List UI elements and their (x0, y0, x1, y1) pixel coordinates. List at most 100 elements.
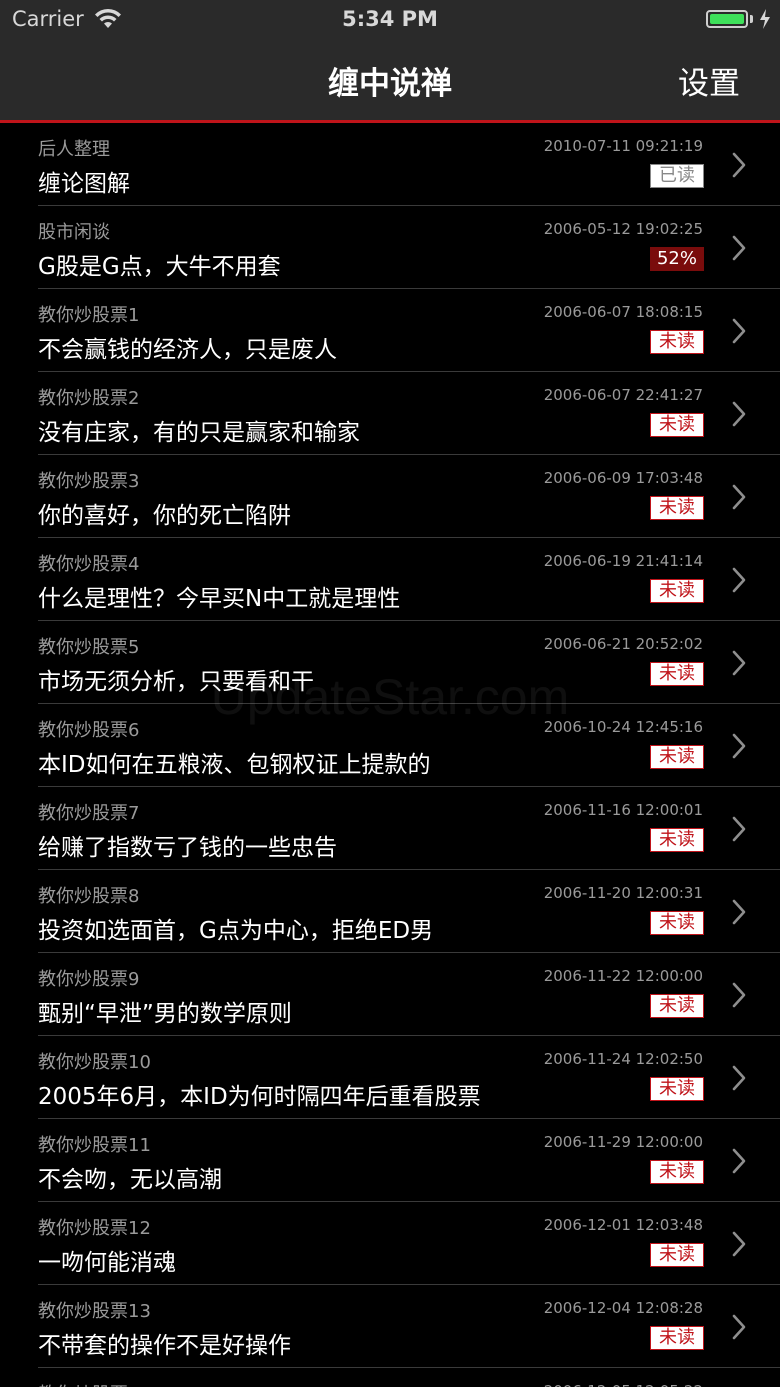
item-title: 没有庄家，有的只是赢家和输家 (38, 420, 360, 446)
status-badge: 未读 (650, 579, 704, 603)
status-badge: 未读 (650, 1077, 704, 1101)
item-date: 2006-06-09 17:03:48 (543, 469, 703, 487)
status-time: 5:34 PM (342, 7, 438, 31)
item-category: 股市闲谈 (38, 222, 110, 243)
item-title: 市场无须分析，只要看和干 (38, 669, 314, 695)
chevron-right-icon (732, 401, 746, 427)
item-category: 教你炒股票5 (38, 637, 140, 658)
chevron-right-icon (732, 982, 746, 1008)
page-title: 缠中说禅 (328, 66, 452, 102)
item-date: 2006-11-22 12:00:00 (543, 967, 703, 985)
item-date: 2006-12-05 12:05:22 (544, 1382, 703, 1387)
list-item[interactable]: 教你炒股票3 2006-06-09 17:03:48 你的喜好，你的死亡陷阱 未读 (38, 455, 780, 538)
item-title: 不会赢钱的经济人，只是废人 (38, 337, 337, 363)
item-date: 2006-06-07 18:08:15 (543, 303, 703, 321)
item-title: 不会吻，无以高潮 (38, 1167, 222, 1193)
chevron-right-icon (732, 1231, 746, 1257)
item-title: 一吻何能消魂 (38, 1250, 176, 1276)
item-date: 2006-12-04 12:08:28 (543, 1299, 703, 1317)
chevron-right-icon (732, 899, 746, 925)
list-item[interactable]: 教你炒股票13 2006-12-04 12:08:28 不带套的操作不是好操作 未读 (38, 1285, 780, 1368)
list-item[interactable]: 教你炒股票6 2006-10-24 12:45:16 本ID如何在五粮液、包钢权证上… (38, 704, 780, 787)
status-badge: 已读 (650, 164, 704, 188)
item-date: 2010-07-11 09:21:19 (543, 137, 703, 155)
item-title: 甄别“早泄”男的数学原则 (38, 1001, 292, 1027)
item-category: 后人整理 (38, 139, 110, 160)
status-badge: 未读 (650, 330, 704, 354)
item-date: 2006-11-29 12:00:00 (543, 1133, 703, 1151)
list-item[interactable]: 教你炒股票11 2006-11-29 12:00:00 不会吻，无以高潮 未读 (38, 1119, 780, 1202)
item-title: 2005年6月，本ID为何时隔四年后重看股票 (38, 1084, 481, 1110)
item-category: 教你炒股票6 (38, 720, 140, 741)
item-category: 教你炒股票1 (38, 305, 140, 326)
list-item[interactable]: 教你炒股票1 2006-06-07 18:08:15 不会赢钱的经济人，只是废人 未读 (38, 289, 780, 372)
item-date: 2006-12-01 12:03:48 (543, 1216, 703, 1234)
status-badge: 未读 (650, 496, 704, 520)
status-bar: Carrier 5:34 PM (0, 0, 780, 40)
item-title: 什么是理性？今早买N中工就是理性 (38, 586, 401, 612)
battery-nub (750, 15, 753, 23)
item-category: 教你炒股票4 (38, 554, 140, 575)
item-title: 缠论图解 (38, 171, 130, 197)
status-badge: 未读 (650, 1326, 704, 1350)
list-item[interactable]: 教你炒股票7 2006-11-16 12:00:01 给赚了指数亏了钱的一些忠告 未读 (38, 787, 780, 870)
item-category: 教你炒股票7 (38, 803, 140, 824)
item-category: 教你炒股票11 (38, 1135, 151, 1156)
item-category: 教你炒股票10 (38, 1052, 151, 1073)
battery-icon (706, 10, 748, 28)
item-date: 2006-05-12 19:02:25 (543, 220, 703, 238)
chevron-right-icon (732, 816, 746, 842)
status-badge: 未读 (650, 745, 704, 769)
list-item[interactable]: 教你炒股票8 2006-11-20 12:00:31 投资如选面首，G点为中心，拒绝… (38, 870, 780, 953)
status-badge: 未读 (650, 1160, 704, 1184)
chevron-right-icon (732, 650, 746, 676)
article-list[interactable]: 后人整理 2010-07-11 09:21:19 缠论图解 已读股市闲谈 2006-05… (0, 123, 780, 1387)
chevron-right-icon (732, 733, 746, 759)
settings-button[interactable]: 设置 (678, 58, 740, 103)
item-date: 2006-10-24 12:45:16 (543, 718, 703, 736)
item-category: 教你炒股票8 (38, 886, 140, 907)
list-item[interactable]: 股市闲谈 2006-05-12 19:02:25 G股是G点，大牛不用套 52% (38, 206, 780, 289)
list-item[interactable]: 后人整理 2010-07-11 09:21:19 缠论图解 已读 (38, 123, 780, 206)
chevron-right-icon (732, 1065, 746, 1091)
list-item[interactable]: 教你炒股票14 2006-12-05 12:05:22 (38, 1368, 780, 1387)
item-title: 你的喜好，你的死亡陷阱 (38, 503, 291, 529)
list-item[interactable]: 教你炒股票4 2006-06-19 21:41:14 什么是理性？今早买N中工就是理… (38, 538, 780, 621)
chevron-right-icon (732, 1148, 746, 1174)
item-date: 2006-11-24 12:02:50 (543, 1050, 703, 1068)
status-badge: 52% (650, 247, 704, 271)
status-badge: 未读 (650, 828, 704, 852)
item-category: 教你炒股票12 (38, 1218, 151, 1239)
chevron-right-icon (732, 567, 746, 593)
list-item[interactable]: 教你炒股票10 2006-11-24 12:02:50 2005年6月，本ID为何时… (38, 1036, 780, 1119)
list-item[interactable]: 教你炒股票9 2006-11-22 12:00:00 甄别“早泄”男的数学原则 未读 (38, 953, 780, 1036)
status-badge: 未读 (650, 662, 704, 686)
item-category: 教你炒股票2 (38, 388, 140, 409)
chevron-right-icon (732, 484, 746, 510)
item-title: G股是G点，大牛不用套 (38, 254, 281, 280)
status-badge: 未读 (650, 1243, 704, 1267)
item-date: 2006-11-20 12:00:31 (543, 884, 703, 902)
list-item[interactable]: 教你炒股票5 2006-06-21 20:52:02 市场无须分析，只要看和干 未读 (38, 621, 780, 704)
item-category: 教你炒股票9 (38, 969, 140, 990)
item-category: 教你炒股票13 (38, 1301, 151, 1322)
chevron-right-icon (732, 1314, 746, 1340)
item-title: 本ID如何在五粮液、包钢权证上提款的 (38, 752, 431, 778)
list-item[interactable]: 教你炒股票2 2006-06-07 22:41:27 没有庄家，有的只是赢家和输家 未… (38, 372, 780, 455)
list-item[interactable]: 教你炒股票12 2006-12-01 12:03:48 一吻何能消魂 未读 (38, 1202, 780, 1285)
chevron-right-icon (732, 318, 746, 344)
navigation-bar: 缠中说禅 设置 (0, 40, 780, 123)
item-title: 不带套的操作不是好操作 (38, 1333, 291, 1359)
item-date: 2006-11-16 12:00:01 (543, 801, 703, 819)
charging-bolt-icon (760, 9, 770, 29)
chevron-right-icon (732, 152, 746, 178)
chevron-right-icon (732, 235, 746, 261)
item-category: 教你炒股票3 (38, 471, 140, 492)
status-badge: 未读 (650, 994, 704, 1018)
item-date: 2006-06-21 20:52:02 (543, 635, 703, 653)
item-category: 教你炒股票14 (38, 1380, 151, 1387)
item-title: 投资如选面首，G点为中心，拒绝ED男 (38, 918, 434, 944)
status-badge: 未读 (650, 911, 704, 935)
status-badge: 未读 (650, 413, 704, 437)
item-title: 给赚了指数亏了钱的一些忠告 (38, 835, 337, 861)
